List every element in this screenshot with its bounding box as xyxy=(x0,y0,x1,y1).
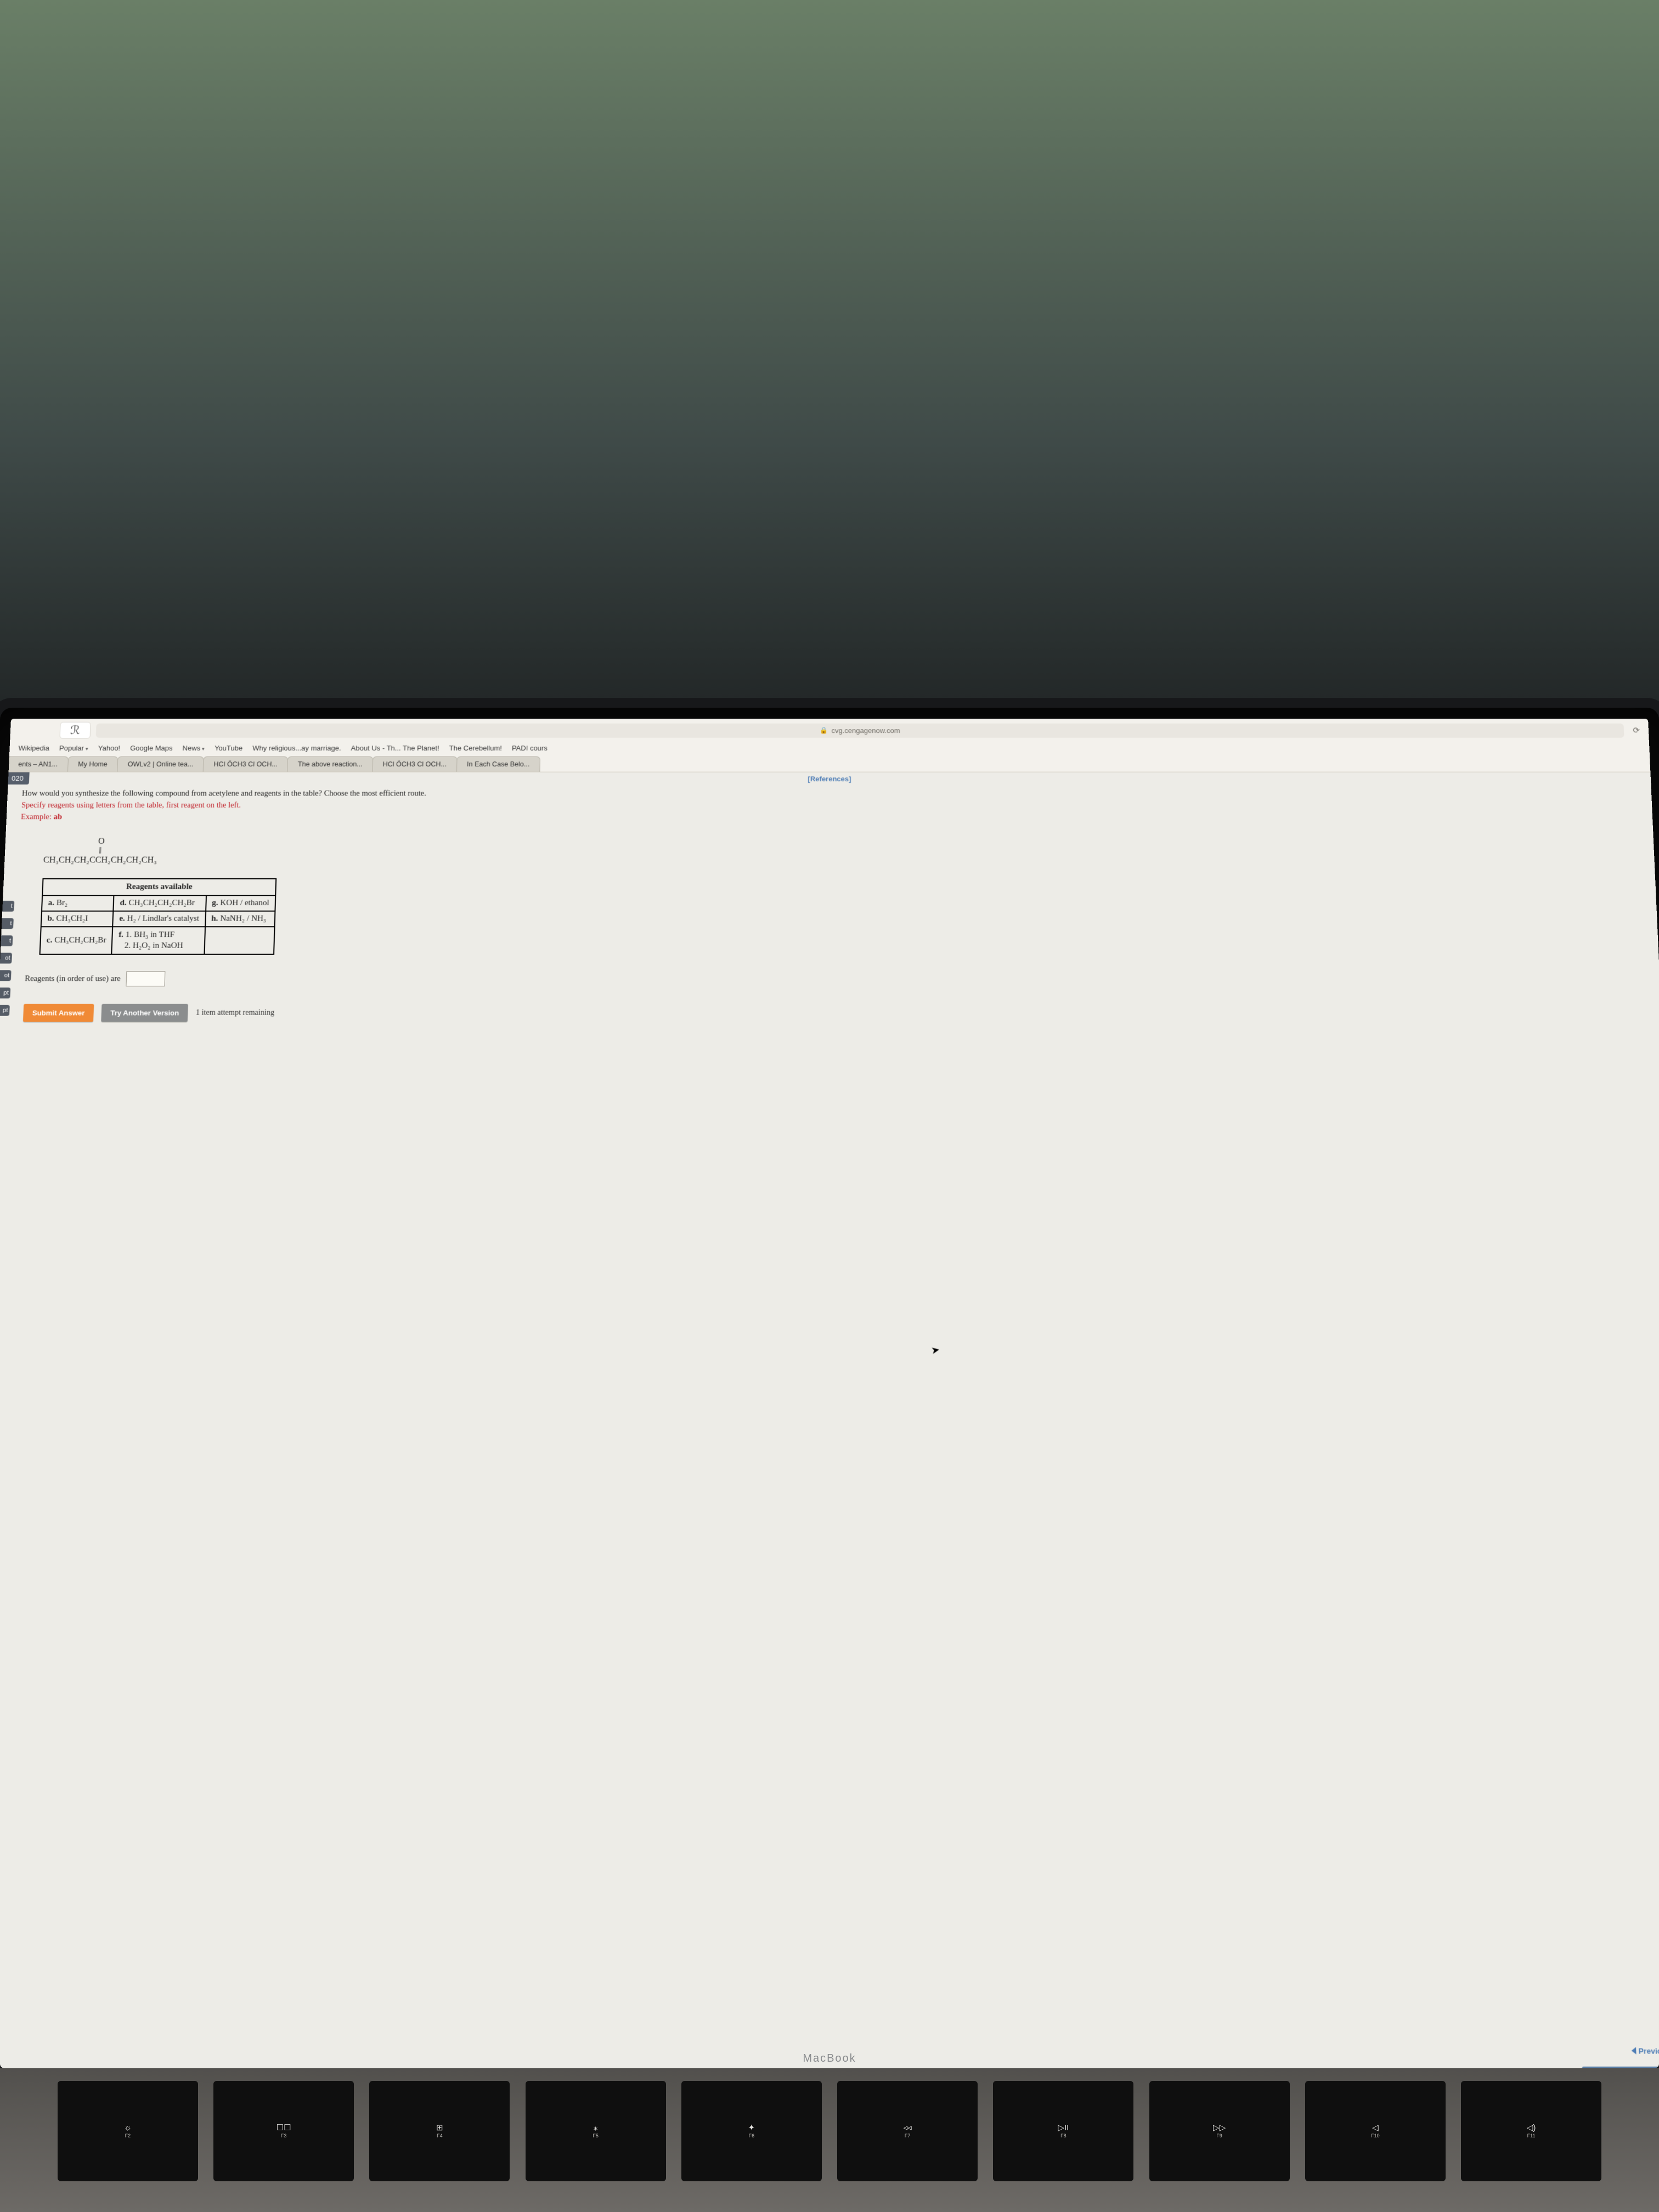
reagent-b: b. CH₃CH₂I xyxy=(41,911,114,927)
lock-icon: 🔒 xyxy=(820,727,828,735)
reagents-header: Reagents available xyxy=(42,879,276,895)
fn-key-f3[interactable]: ☐☐F3 xyxy=(213,2081,354,2181)
bookmark-why-religious[interactable]: Why religious...ay marriage. xyxy=(252,744,341,753)
left-tab[interactable]: pt xyxy=(0,988,10,998)
reagent-g: g. KOH / ethanol xyxy=(206,895,276,911)
left-tab[interactable]: ot xyxy=(0,970,12,981)
reagent-h: h. NaNH₂ / NH₃ xyxy=(205,911,275,927)
page-content: 020 [References] How would you synthesiz… xyxy=(0,772,1659,2068)
cursor-icon: ➤ xyxy=(930,1344,940,1357)
reagent-c: c. CH₃CH₂CH₂Br xyxy=(40,927,113,955)
left-tab[interactable]: t xyxy=(2,901,14,912)
bookmark-yahoo[interactable]: Yahoo! xyxy=(98,744,121,753)
answer-row: Reagents (in order of use) are xyxy=(0,955,1659,986)
bookmark-popular[interactable]: Popular xyxy=(59,744,88,753)
bookmark-google-maps[interactable]: Google Maps xyxy=(130,744,173,753)
left-tab[interactable]: pt xyxy=(0,1005,10,1016)
bookmark-news[interactable]: News xyxy=(182,744,205,753)
left-tab[interactable]: t xyxy=(2,918,14,929)
attempts-remaining: 1 item attempt remaining xyxy=(196,1009,275,1018)
tab-above-reaction[interactable]: The above reaction... xyxy=(287,757,373,772)
fn-key-f11[interactable]: ◁)F11 xyxy=(1461,2081,1601,2181)
browser-url-bar: ℛ 🔒 cvg.cengagenow.com ⟳ xyxy=(10,719,1649,741)
bookmark-youtube[interactable]: YouTube xyxy=(215,744,243,753)
reagent-blank xyxy=(204,927,274,955)
page-number-crumb: 020 xyxy=(8,772,30,785)
tab-my-home[interactable]: My Home xyxy=(67,757,119,772)
tab-strip: ents – AN1... My Home OWLv2 | Online tea… xyxy=(9,757,1651,772)
url-field[interactable]: 🔒 cvg.cengagenow.com xyxy=(95,723,1624,737)
reload-icon[interactable]: ⟳ xyxy=(1629,726,1643,735)
reagent-e: e. H₂ / Lindlar's catalyst xyxy=(113,911,206,927)
fn-key-f4[interactable]: ⊞F4 xyxy=(369,2081,510,2181)
bookmark-wikipedia[interactable]: Wikipedia xyxy=(18,744,49,753)
bookmark-about-us[interactable]: About Us - Th... The Planet! xyxy=(351,744,439,753)
reagent-f: f. 1. BH₃ in THF 2. H₂O₂ in NaOH xyxy=(112,927,205,955)
tab-hcl-1[interactable]: HCl ÖCH3 Cl OCH... xyxy=(203,757,288,772)
try-another-version-button[interactable]: Try Another Version xyxy=(101,1004,188,1022)
tab-owlv2[interactable]: OWLv2 | Online tea... xyxy=(117,757,204,772)
fn-key-f10[interactable]: ◁F10 xyxy=(1305,2081,1446,2181)
answer-label: Reagents (in order of use) are xyxy=(25,974,121,984)
macbook-label: MacBook xyxy=(0,2052,1659,2065)
left-tab[interactable]: t xyxy=(1,935,13,946)
target-molecule: O ‖ CH₃CH₂CH₂CCH₂CH₂CH₂CH₃ xyxy=(4,827,1655,871)
question-line1: How would you synthesize the following c… xyxy=(22,789,426,798)
fn-key-f6[interactable]: ✦F6 xyxy=(681,2081,822,2181)
fn-key-f9[interactable]: ▷▷F9 xyxy=(1149,2081,1290,2181)
fn-key-f8[interactable]: ▷IIF8 xyxy=(993,2081,1133,2181)
tab-ents-an1[interactable]: ents – AN1... xyxy=(9,757,69,772)
keyboard-function-row: ☼F2 ☐☐F3 ⊞F4 ⁎F5 ✦F6 ◃◃F7 ▷IIF8 ▷▷F9 ◁F1… xyxy=(0,2068,1659,2212)
reader-mode-icon[interactable]: ℛ xyxy=(59,722,91,739)
reagent-d: d. CH₃CH₂CH₂CH₂Br xyxy=(114,895,206,911)
question-text: How would you synthesize the following c… xyxy=(6,785,543,827)
tab-hcl-2[interactable]: HCl ÖCH3 Cl OCH... xyxy=(372,757,457,772)
tab-in-each-case[interactable]: In Each Case Belo... xyxy=(456,757,540,772)
fn-key-f7[interactable]: ◃◃F7 xyxy=(837,2081,978,2181)
molecule-formula: CH₃CH₂CH₂CCH₂CH₂CH₂CH₃ xyxy=(43,856,157,865)
left-tab[interactable]: ot xyxy=(0,953,12,964)
question-line2: Specify reagents using letters from the … xyxy=(21,801,241,810)
references-row: [References] xyxy=(8,772,1651,785)
submit-answer-button[interactable]: Submit Answer xyxy=(23,1004,94,1022)
reagents-table: Reagents available a. Br₂ d. CH₃CH₂CH₂CH… xyxy=(40,878,277,955)
references-link[interactable]: [References] xyxy=(808,775,851,783)
bookmarks-bar: Wikipedia Popular Yahoo! Google Maps New… xyxy=(9,741,1650,757)
url-text: cvg.cengagenow.com xyxy=(831,726,900,734)
fn-key-f5[interactable]: ⁎F5 xyxy=(526,2081,666,2181)
answer-input[interactable] xyxy=(126,972,165,987)
question-example: Example: ab xyxy=(21,812,63,821)
reagent-a: a. Br₂ xyxy=(42,895,114,911)
submit-row: Submit Answer Try Another Version 1 item… xyxy=(0,986,1659,1022)
fn-key-f2[interactable]: ☼F2 xyxy=(58,2081,198,2181)
bookmark-cerebellum[interactable]: The Cerebellum! xyxy=(449,744,503,753)
bookmark-padi[interactable]: PADI cours xyxy=(512,744,548,753)
